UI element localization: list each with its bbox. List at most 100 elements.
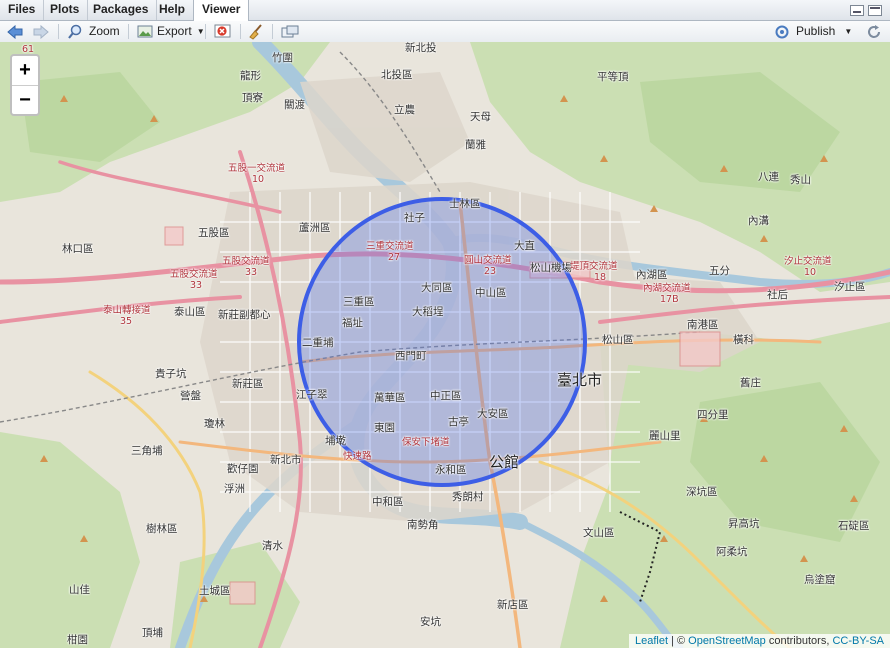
map-place-label: 古亭: [448, 416, 469, 428]
chevron-down-icon: ▼: [196, 27, 205, 36]
map-place-label: 永和區: [435, 464, 467, 476]
clear-all-button[interactable]: [248, 23, 264, 40]
map-place-label: 麗山里: [649, 430, 681, 442]
map-place-label: 山佳: [69, 584, 90, 596]
refresh-button[interactable]: [866, 23, 882, 40]
map-place-label: 新莊區: [232, 378, 264, 390]
tab-packages[interactable]: Packages: [85, 0, 158, 20]
map-place-label: 秀山: [790, 174, 811, 186]
map-place-label: 橫科: [733, 334, 754, 346]
map-place-label: 阿柔坑: [716, 546, 748, 558]
zoom-out-button[interactable]: −: [12, 86, 38, 115]
refresh-icon: [868, 24, 880, 38]
map-place-label: 大同區: [421, 282, 453, 294]
map-place-label: 新店區: [497, 599, 529, 611]
map-place-label: 泰山轉接道: [103, 305, 151, 316]
map-place-label: 汐止交流道: [784, 256, 832, 267]
maximize-pane-button[interactable]: [868, 5, 882, 16]
export-button[interactable]: Export ▼: [137, 23, 205, 40]
map-place-label: 松山區: [602, 334, 634, 346]
chevron-down-icon: ▼: [844, 27, 853, 36]
map-place-label: 10: [252, 174, 265, 185]
map-place-label: 新北市: [270, 454, 302, 466]
map-place-label: 林口區: [62, 243, 94, 255]
map-place-label: 清水: [262, 540, 283, 552]
map-place-label: 深坑區: [686, 486, 718, 498]
map-place-label: 蘭雅: [465, 139, 486, 151]
license-link[interactable]: CC-BY-SA: [832, 635, 884, 647]
openstreetmap-link[interactable]: OpenStreetMap: [688, 635, 766, 647]
map-tiles[interactable]: [0, 42, 890, 648]
remove-viewer-icon: [214, 24, 231, 38]
map-place-label: 舊庄: [740, 377, 761, 389]
map-place-label: 四分里: [697, 409, 729, 421]
map-place-label: 17B: [660, 294, 679, 305]
map-place-label: 頂埔: [142, 627, 163, 639]
map-place-label: 士林區: [449, 198, 481, 210]
map-place-label: 文山區: [583, 527, 615, 539]
tab-plots[interactable]: Plots: [42, 0, 89, 20]
clear-viewer-button[interactable]: [214, 23, 232, 40]
map-place-label: 中和區: [372, 496, 404, 508]
map-place-label: 松山機場: [530, 262, 572, 274]
map-place-label: 浮洲: [224, 483, 245, 495]
minimize-pane-button[interactable]: [850, 5, 864, 16]
map-place-label: 歡仔園: [227, 463, 259, 475]
map-place-label: 江子翠: [296, 389, 328, 401]
leaflet-link[interactable]: Leaflet: [635, 635, 668, 647]
map-place-label: 平等頂: [597, 71, 629, 83]
map-attribution: Leaflet | © OpenStreetMap contributors, …: [628, 634, 890, 648]
map-place-label: 33: [245, 267, 258, 278]
map-place-label: 天母: [470, 111, 491, 123]
map-place-label: 西門町: [395, 350, 427, 362]
map-place-label: 五分: [709, 265, 730, 277]
broom-icon: [249, 23, 262, 40]
map-place-label: 土城區: [199, 585, 231, 597]
map-place-label: 昇高坑: [728, 518, 760, 530]
map-place-label: 竹圍: [272, 52, 293, 64]
map-place-label: 中正區: [430, 390, 462, 402]
zoom-in-button[interactable]: +: [12, 56, 38, 86]
map-place-label: 福址: [342, 317, 363, 329]
zoom-control: + −: [10, 54, 40, 116]
map-place-label: 35: [120, 316, 133, 327]
zoom-label: Zoom: [89, 24, 120, 38]
zoom-button[interactable]: Zoom: [67, 23, 120, 40]
map-place-label: 33: [190, 280, 203, 291]
map-place-label: 臺北市: [557, 371, 603, 389]
map-place-label: 南港區: [687, 319, 719, 331]
map-place-label: 三重交流道: [366, 241, 414, 252]
map-place-label: 大安區: [477, 408, 509, 420]
publish-label: Publish: [796, 24, 836, 38]
tab-help[interactable]: Help: [151, 0, 195, 20]
map-place-label: 安坑: [420, 616, 441, 628]
map-place-label: 內溝: [748, 215, 769, 227]
open-in-window-button[interactable]: [281, 23, 299, 40]
map-place-label: 公館: [489, 453, 520, 471]
map-place-label: 五股交流道: [170, 269, 218, 280]
map-place-label: 龍形: [240, 70, 261, 82]
map-place-label: 八連: [758, 171, 779, 183]
map-place-label: 營盤: [180, 390, 201, 402]
back-arrow-icon[interactable]: [6, 23, 24, 40]
publish-button[interactable]: Publish ▼: [774, 23, 852, 40]
map-place-label: 石碇區: [838, 520, 870, 532]
map-place-label: 貴子坑: [155, 368, 187, 380]
export-label: Export: [157, 24, 192, 38]
map-place-label: 社子: [404, 212, 425, 224]
zoom-magnifier-icon: [68, 24, 82, 39]
map-place-label: 新莊副都心: [218, 309, 271, 321]
map-place-label: 大直: [514, 240, 535, 252]
map-place-label: 埔墘: [325, 435, 346, 447]
map-place-label: 27: [388, 252, 401, 263]
leaflet-map[interactable]: 竹圍 龍形 頂寮 關渡 新北投 北投區 立農 天母 蘭雅 平等頂 五股一交流道 10 五股區 蘆洲區 社子士…: [0, 42, 890, 648]
map-place-label: 10: [804, 267, 817, 278]
map-place-label: 五股區: [198, 227, 230, 239]
tab-viewer[interactable]: Viewer: [193, 0, 250, 21]
map-place-label: 新北投: [405, 42, 437, 54]
map-place-label: 五股一交流道: [228, 163, 286, 174]
tab-files[interactable]: Files: [0, 0, 45, 20]
map-place-label: 二重埔: [302, 337, 334, 349]
map-place-label: 烏塗窟: [804, 574, 836, 586]
forward-arrow-icon[interactable]: [32, 23, 50, 40]
